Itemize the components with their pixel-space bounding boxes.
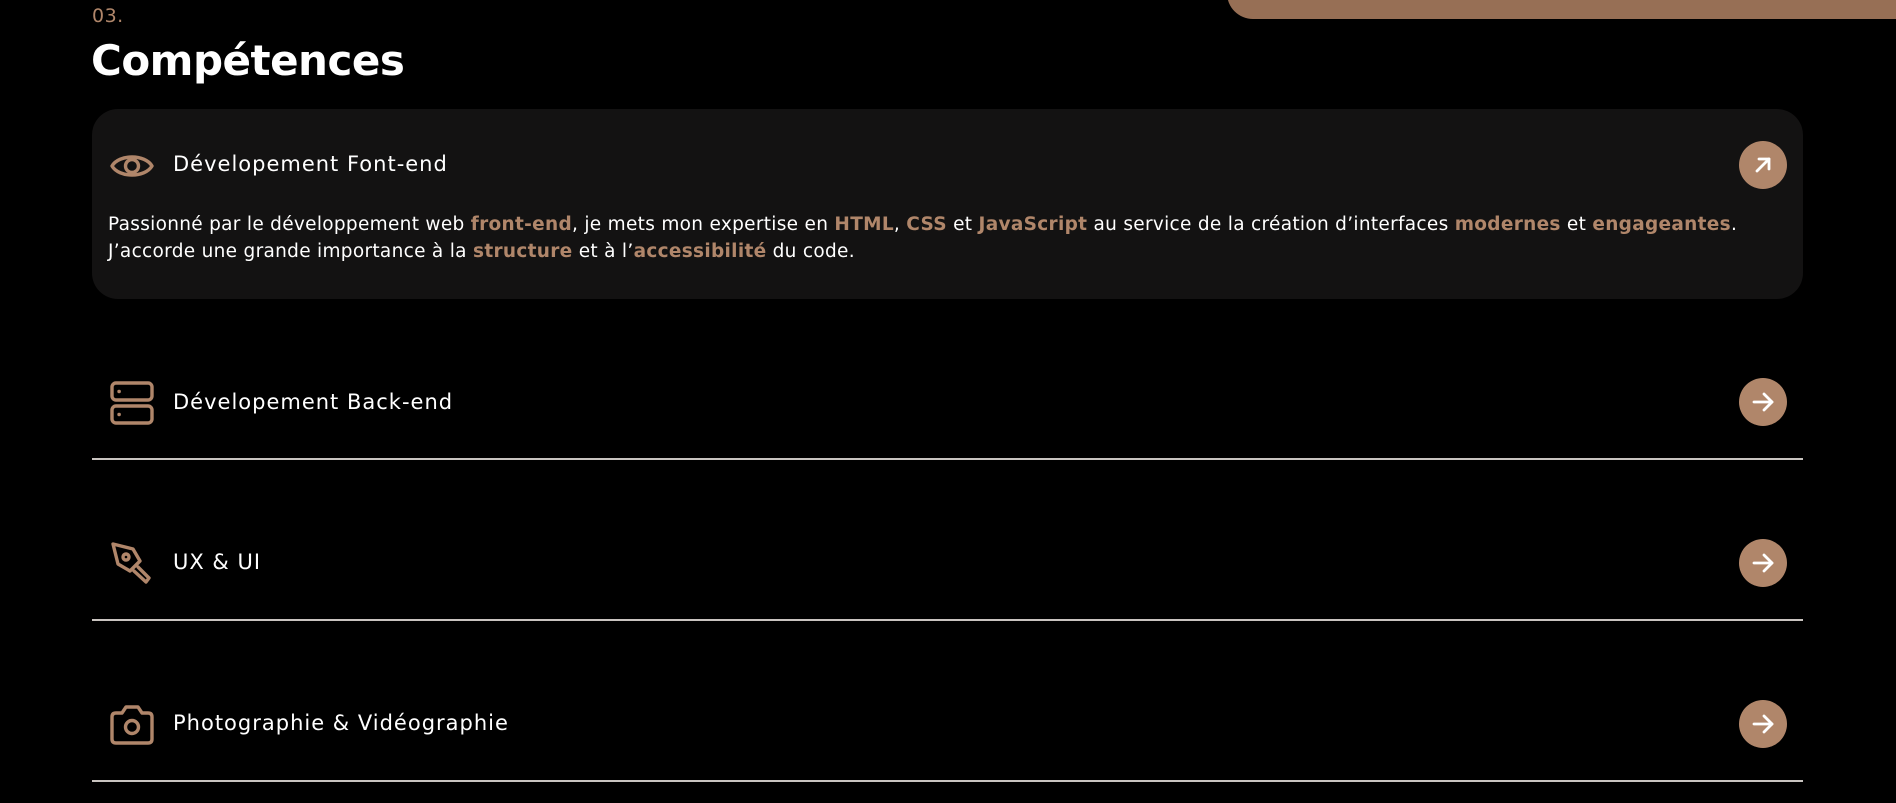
keyword: HTML: [834, 214, 894, 235]
keyword: structure: [473, 241, 573, 262]
arrow-right-icon: [1752, 392, 1774, 412]
camera-icon: [109, 702, 155, 748]
expand-backend-button[interactable]: [1739, 378, 1787, 426]
skill-title-backend: Dévelopement Back-end: [173, 390, 454, 414]
skill-card-frontend[interactable]: [92, 109, 1803, 299]
eye-icon: [109, 143, 155, 189]
divider: [92, 780, 1803, 782]
decorative-bar: [1227, 0, 1896, 19]
keyword: accessibilité: [633, 241, 767, 262]
arrow-right-icon: [1752, 553, 1774, 573]
divider: [92, 458, 1803, 460]
section-title: Compétences: [91, 36, 405, 85]
keyword: front-end: [470, 214, 572, 235]
keyword: modernes: [1454, 214, 1561, 235]
divider: [92, 619, 1803, 621]
skill-description-frontend: Passionné par le développement web front…: [108, 214, 1738, 262]
keyword: engageantes: [1592, 214, 1731, 235]
expand-photo-video-button[interactable]: [1739, 700, 1787, 748]
keyword: CSS: [906, 214, 947, 235]
section-number: 03.: [92, 5, 124, 27]
keyword: JavaScript: [978, 214, 1088, 235]
arrow-up-right-icon: [1755, 157, 1771, 173]
skills-section: 03. Compétences Dévelopement Font-end Pa…: [0, 0, 1896, 803]
pen-tool-icon: [109, 540, 155, 586]
collapse-frontend-button[interactable]: [1739, 141, 1787, 189]
skill-title-ux-ui: UX & UI: [173, 550, 262, 574]
skill-title-frontend: Dévelopement Font-end: [173, 152, 448, 176]
server-icon: [109, 380, 155, 426]
expand-ux-ui-button[interactable]: [1739, 539, 1787, 587]
skill-title-photo-video: Photographie & Vidéographie: [173, 711, 509, 735]
arrow-right-icon: [1752, 714, 1774, 734]
